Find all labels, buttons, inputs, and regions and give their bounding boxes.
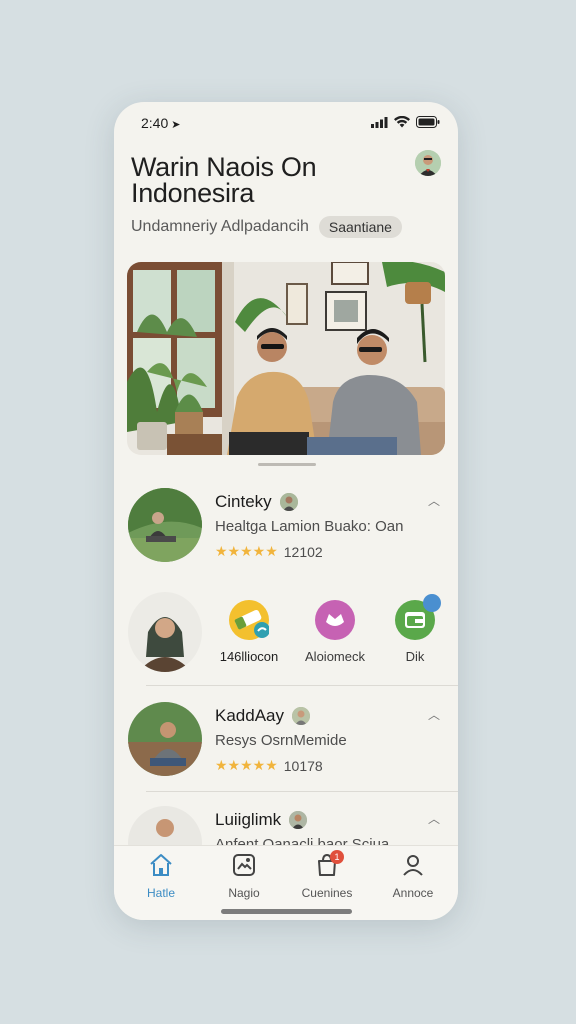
notification-badge: 1 <box>330 850 344 864</box>
app-shortcut-1[interactable]: 146lliocon <box>209 600 289 664</box>
cloud-badge-icon <box>423 594 441 612</box>
profile-avatar[interactable] <box>415 150 441 176</box>
star-rating-icon: ★★★★★ <box>215 757 278 773</box>
card-description: Healtga Lamion Buako: Oan <box>215 518 404 535</box>
app-shortcut-2[interactable]: Aloiomeck <box>295 600 375 664</box>
list-item[interactable]: KaddAay Resys OsrnMemide ★★★★★ 10178 ︿ <box>114 702 458 792</box>
app-shortcuts-row: 146lliocon Aloiomeck Dik <box>114 592 458 682</box>
rating-count: 10178 <box>283 757 323 774</box>
status-time: 2:40 ➤ <box>141 115 181 131</box>
card-rating: ★★★★★ 10178 <box>215 757 323 774</box>
chevron-up-icon[interactable]: ︿ <box>428 810 440 827</box>
wifi-icon <box>394 116 410 128</box>
tab-label: Nagio <box>228 886 260 900</box>
card-name[interactable]: Cinteky <box>215 492 272 512</box>
card-name[interactable]: KaddAay <box>215 706 284 726</box>
tab-home[interactable]: Hatle <box>126 852 196 900</box>
card-name[interactable]: Luiiglimk <box>215 810 281 830</box>
rating-count: 12102 <box>283 543 323 560</box>
list-item[interactable]: Cinteky Healtga Lamion Buako: Oan ★★★★★ … <box>114 488 458 578</box>
home-indicator[interactable] <box>221 909 352 914</box>
chevron-up-icon[interactable]: ︿ <box>428 706 440 723</box>
app-shortcut-3[interactable]: Dik <box>375 594 455 664</box>
tab-label: Hatle <box>146 886 175 900</box>
sticker-icon <box>229 600 270 640</box>
card-header: Cinteky <box>215 492 298 512</box>
card-photo <box>128 702 202 776</box>
mini-avatar <box>279 493 298 511</box>
filter-chip[interactable]: Saantiane <box>318 216 402 238</box>
location-arrow-icon: ➤ <box>171 119 181 131</box>
person-icon <box>403 855 423 876</box>
hero-image[interactable] <box>127 262 445 455</box>
card-description: Resys OsrnMemide <box>215 732 347 749</box>
battery-icon <box>416 116 440 128</box>
page-title: Warin Naois On Indonesira <box>131 152 317 208</box>
wallet-icon <box>395 594 441 640</box>
gallery-icon <box>233 854 255 876</box>
sheet-handle[interactable] <box>258 463 316 466</box>
star-rating-icon: ★★★★★ <box>215 543 278 559</box>
page-header: Warin Naois On Indonesira Undamneriy Adl… <box>131 154 441 238</box>
divider <box>146 685 458 686</box>
card-rating: ★★★★★ 12102 <box>215 543 323 560</box>
tab-profile[interactable]: Annoce <box>378 852 448 900</box>
subtitle-row: Undamneriy Adlpadancih Saantiane <box>131 216 441 238</box>
card-photo <box>128 488 202 562</box>
status-bar: 2:40 ➤ <box>114 102 458 142</box>
divider <box>146 791 458 792</box>
card-header: KaddAay <box>215 706 310 726</box>
app-label: Aloiomeck <box>305 649 365 664</box>
tab-label: Annoce <box>392 886 434 900</box>
tab-bag[interactable]: 1 Cuenines <box>292 850 362 900</box>
phone-screen: 2:40 ➤ Warin Naois On Indonesira Undamner… <box>114 102 458 920</box>
card-header: Luiiglimk <box>215 810 308 830</box>
tab-gallery[interactable]: Nagio <box>209 852 279 900</box>
crown-icon <box>315 600 355 640</box>
app-label: Dik <box>405 649 425 664</box>
mini-avatar <box>292 707 310 725</box>
page-subtitle: Undamneriy Adlpadancih <box>131 218 309 235</box>
signal-icon <box>371 116 388 128</box>
featured-avatar[interactable] <box>128 592 202 672</box>
mini-avatar <box>289 811 308 829</box>
status-icons <box>371 116 440 128</box>
home-icon <box>150 854 172 876</box>
tab-bar: Hatle Nagio 1 Cuenines Annoce <box>114 845 458 920</box>
app-label: 146lliocon <box>219 649 279 664</box>
chevron-up-icon[interactable]: ︿ <box>428 492 440 509</box>
tab-label: Cuenines <box>301 886 353 900</box>
